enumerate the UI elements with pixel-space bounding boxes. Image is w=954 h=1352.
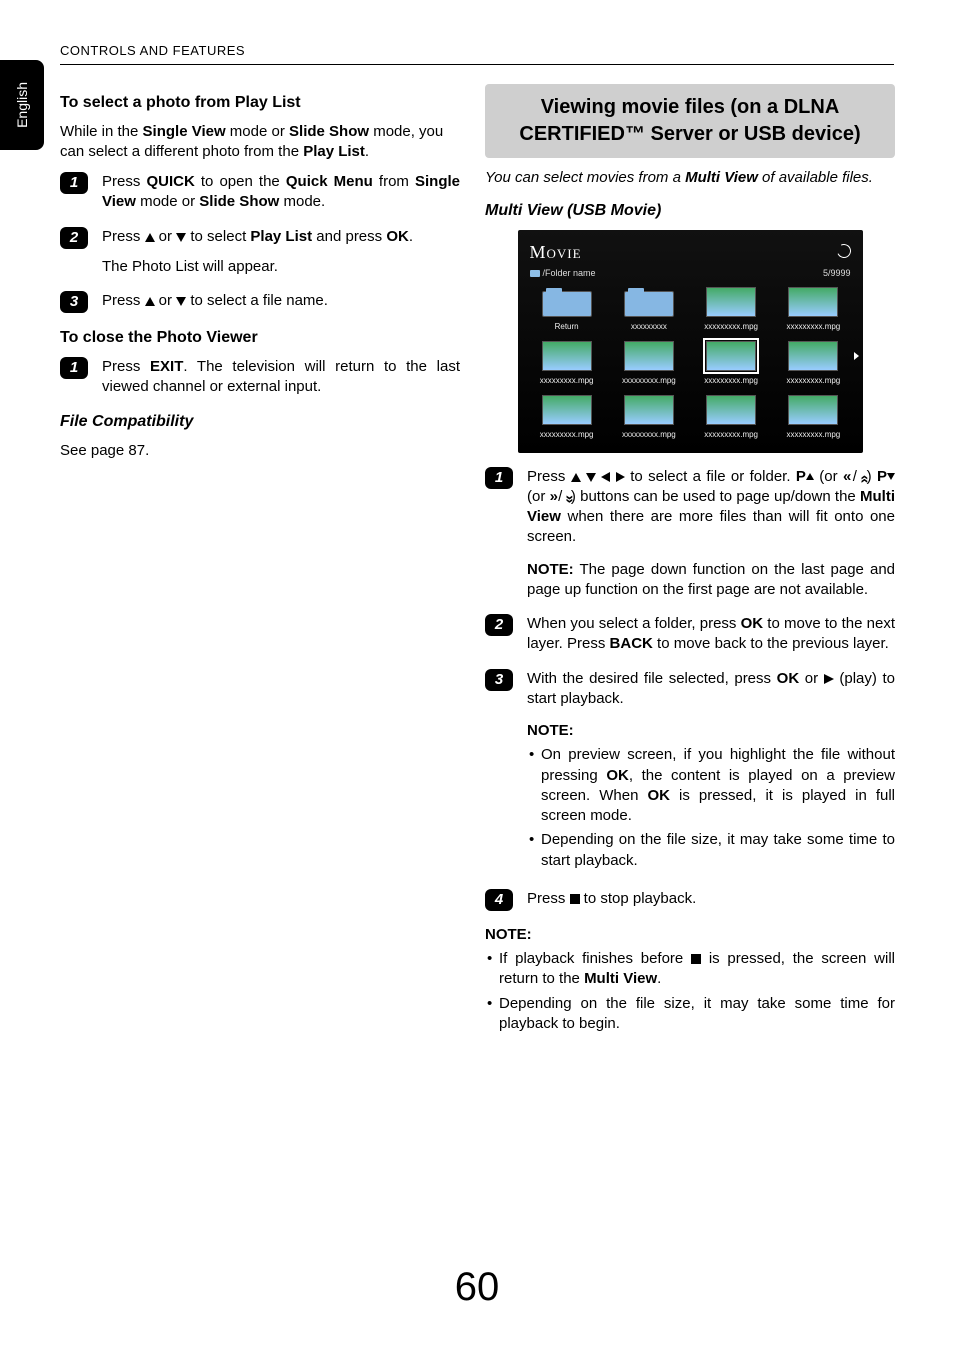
feature-title-box: Viewing movie files (on a DLNA CERTIFIED…	[485, 84, 895, 158]
step-1-text: Press QUICK to open the Quick Menu from …	[102, 172, 460, 213]
close-step-1: 1 Press EXIT. The television will return…	[60, 357, 460, 398]
step-badge-3: 3	[60, 291, 88, 313]
step-3: 3 Press or to select a file name.	[60, 291, 460, 313]
p-down-icon	[887, 473, 895, 480]
section-title-close-viewer: To close the Photo Viewer	[60, 327, 460, 349]
up-icon	[145, 233, 155, 242]
movie-thumb-icon	[624, 395, 674, 425]
movie-thumb-icon	[788, 395, 838, 425]
page-number: 60	[0, 1260, 954, 1314]
right-step-1-text: Press to select a file or folder. P (or …	[527, 467, 895, 601]
right-step-4-text: Press to stop playback.	[527, 889, 895, 911]
step-3-text: Press or to select a file name.	[102, 291, 460, 313]
page-up-icon: «	[854, 475, 874, 479]
movie-thumb-icon	[788, 287, 838, 317]
step-badge-1b: 1	[60, 357, 88, 379]
thumb-file: xxxxxxxxx.mpg	[612, 341, 686, 387]
thumb-file: xxxxxxxxx.mpg	[612, 395, 686, 441]
note-item: Depending on the file size, it may take …	[527, 830, 895, 871]
language-label: English	[13, 82, 32, 128]
up-icon	[571, 473, 581, 482]
feature-subtitle: You can select movies from a Multi View …	[485, 168, 895, 188]
play-icon	[824, 674, 834, 684]
section-title-file-compat: File Compatibility	[60, 411, 460, 433]
end-note-list: If playback finishes before is pressed, …	[485, 949, 895, 1034]
down-icon	[176, 233, 186, 242]
down-icon	[176, 297, 186, 306]
multi-view-title: Multi View (USB Movie)	[485, 200, 895, 222]
section-title-select-photo: To select a photo from Play List	[60, 92, 460, 114]
end-note: NOTE: If playback finishes before is pre…	[485, 925, 895, 1034]
up-icon	[145, 297, 155, 306]
intro-paragraph: While in the Single View mode or Slide S…	[60, 122, 460, 163]
screen-counter: 5/9999	[823, 267, 851, 279]
thumb-file: xxxxxxxxx.mpg	[776, 395, 850, 441]
note-item: On preview screen, if you highlight the …	[527, 745, 895, 826]
folder-icon	[624, 291, 674, 317]
thumb-file: xxxxxxxxx.mpg	[694, 287, 768, 333]
stop-icon	[691, 954, 701, 964]
note-item: Depending on the file size, it may take …	[485, 994, 895, 1035]
movie-thumb-icon	[706, 341, 756, 371]
step-badge-4r: 4	[485, 889, 513, 911]
right-step-2: 2 When you select a folder, press OK to …	[485, 614, 895, 655]
step-1: 1 Press QUICK to open the Quick Menu fro…	[60, 172, 460, 213]
movie-thumb-icon	[624, 341, 674, 371]
note-item: If playback finishes before is pressed, …	[485, 949, 895, 990]
thumb-file-selected: xxxxxxxxx.mpg	[694, 341, 768, 387]
thumb-file: xxxxxxxxx.mpg	[776, 341, 850, 387]
folder-icon	[530, 270, 540, 277]
screen-title: Movie	[530, 240, 582, 264]
right-step-4: 4 Press to stop playback.	[485, 889, 895, 911]
page-header: CONTROLS AND FEATURES	[60, 42, 894, 65]
thumb-folder: xxxxxxxxx	[612, 287, 686, 333]
next-page-icon	[854, 352, 859, 360]
right-step-3-text: With the desired file selected, press OK…	[527, 669, 895, 875]
p-up-icon	[806, 473, 814, 480]
language-tab: English	[0, 60, 44, 150]
thumb-file: xxxxxxxxx.mpg	[530, 341, 604, 387]
step-2-sub: The Photo List will appear.	[102, 257, 460, 277]
thumb-file: xxxxxxxxx.mpg	[694, 395, 768, 441]
step-2-text: Press or to select Play List and press O…	[102, 227, 460, 278]
step-badge-2: 2	[60, 227, 88, 249]
right-step-3: 3 With the desired file selected, press …	[485, 669, 895, 875]
cycle-icon	[835, 242, 853, 260]
right-step-1: 1 Press to select a file or folder. P (o…	[485, 467, 895, 601]
folder-icon	[542, 291, 592, 317]
movie-thumb-icon	[788, 341, 838, 371]
note-list: On preview screen, if you highlight the …	[527, 745, 895, 871]
movie-thumb-icon	[706, 395, 756, 425]
compat-text: See page 87.	[60, 441, 460, 461]
right-column: Viewing movie files (on a DLNA CERTIFIED…	[485, 84, 895, 1038]
right-icon	[616, 472, 625, 482]
down-icon	[586, 473, 596, 482]
page-down-icon: »	[559, 495, 579, 499]
thumb-file: xxxxxxxxx.mpg	[530, 395, 604, 441]
step-badge-2r: 2	[485, 614, 513, 636]
screen-path: /Folder name	[530, 267, 596, 279]
thumb-return: Return	[530, 287, 604, 333]
thumb-file: xxxxxxxxx.mpg	[776, 287, 850, 333]
close-step-text: Press EXIT. The television will return t…	[102, 357, 460, 398]
movie-screen: Movie /Folder name 5/9999 Return xxxxxxx…	[518, 230, 863, 453]
step-2: 2 Press or to select Play List and press…	[60, 227, 460, 278]
right-step-2-text: When you select a folder, press OK to mo…	[527, 614, 895, 655]
step-badge-1: 1	[60, 172, 88, 194]
thumbnail-grid: Return xxxxxxxxx xxxxxxxxx.mpg xxxxxxxxx…	[530, 287, 851, 440]
movie-thumb-icon	[542, 341, 592, 371]
step-badge-3r: 3	[485, 669, 513, 691]
stop-icon	[570, 894, 580, 904]
movie-thumb-icon	[706, 287, 756, 317]
step-badge-1r: 1	[485, 467, 513, 489]
movie-thumb-icon	[542, 395, 592, 425]
left-icon	[601, 472, 610, 482]
left-column: To select a photo from Play List While i…	[60, 84, 460, 471]
